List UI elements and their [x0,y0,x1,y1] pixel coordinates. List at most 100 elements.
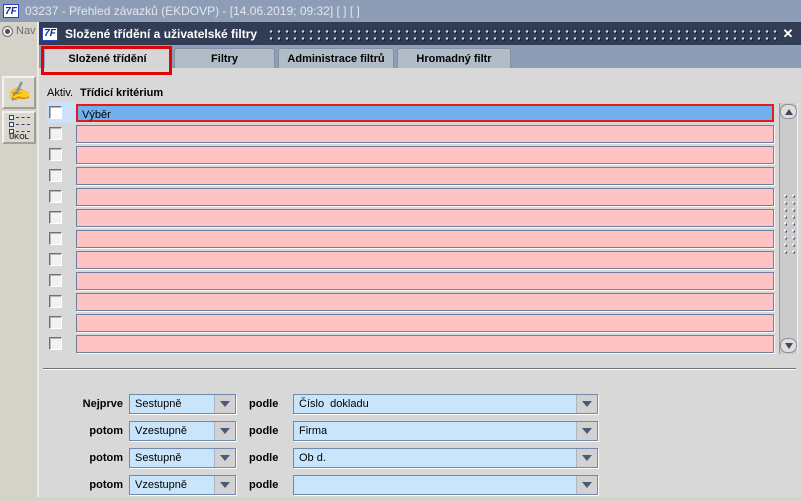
criteria-row [47,207,774,228]
sort-order-value: Sestupně [135,397,182,410]
scrollbar-thumb[interactable] [781,192,796,254]
criteria-checkbox[interactable] [49,148,62,161]
sort-row-4: potom Vzestupně podle [39,474,801,495]
criteria-checkbox[interactable] [49,253,62,266]
sort-row-label: potom [89,451,123,464]
criteria-checkbox[interactable] [49,169,62,182]
sort-row-label: potom [89,478,123,491]
sort-field-value: Firma [299,424,328,437]
navigator-radio-row[interactable]: Nav [0,22,37,40]
scroll-down-button[interactable] [780,338,797,353]
chevron-down-icon [582,481,592,488]
sort-row-2: potom Vzestupně podle Firma [39,420,801,441]
aktiv-column-header: Aktiv. [47,87,74,99]
chevron-down-icon [220,427,230,434]
criteria-field[interactable] [76,250,774,269]
criteria-checkbox[interactable] [49,337,62,350]
dropdown-button[interactable] [214,394,235,413]
dropdown-button[interactable] [576,394,597,413]
criteria-checkbox[interactable] [49,190,62,203]
scroll-up-button[interactable] [780,104,797,119]
podle-label: podle [249,451,279,464]
tab-hromadny-filtr[interactable]: Hromadný filtr [397,48,511,68]
sort-field-select[interactable]: Ob d. [293,447,598,468]
sort-filter-dialog: 7F Složené třídění a uživatelské filtry … [37,22,801,497]
sort-field-value [294,476,576,494]
tasks-button[interactable]: ÚKOL [2,111,36,144]
sort-order-select[interactable]: Sestupně [129,447,236,468]
podle-label: podle [249,478,279,491]
criteria-checkbox[interactable] [49,211,62,224]
chevron-down-icon [582,427,592,434]
sort-order-select[interactable]: Vzestupně [129,474,236,495]
criteria-row [47,228,774,249]
criteria-checkbox[interactable] [49,232,62,245]
dropdown-button[interactable] [214,475,235,494]
podle-label: podle [249,397,279,410]
window-title: 03237 - Přehled závazků (EKDOVP) - [14.0… [25,4,360,18]
criteria-field[interactable] [76,166,774,185]
criteria-field[interactable] [76,208,774,227]
criteria-field[interactable] [76,271,774,290]
criteria-field[interactable] [76,229,774,248]
criteria-field[interactable] [76,145,774,164]
podle-label: podle [249,424,279,437]
tasks-button-label: ÚKOL [9,133,29,141]
titlebar-texture [267,27,779,42]
criteria-row [47,291,774,312]
sort-row-label: potom [89,424,123,437]
sort-field-select[interactable]: Číslo dokladu [293,393,598,414]
chevron-down-icon [220,400,230,407]
dropdown-button[interactable] [576,448,597,467]
tab-slozene-trideni[interactable]: Složené třídění [44,48,171,68]
checklist-icon [8,114,30,134]
criteria-checkbox[interactable] [49,295,62,308]
criteria-field[interactable] [76,334,774,353]
arrow-up-icon [784,108,793,115]
criteria-field[interactable] [76,124,774,143]
navigator-radio[interactable] [2,25,13,37]
criteria-scrollbar[interactable] [779,103,798,354]
criteria-checkbox[interactable] [49,127,62,140]
writing-hand-icon: ✍ [6,80,32,104]
dropdown-button[interactable] [214,448,235,467]
criteria-field[interactable] [76,313,774,332]
criteria-field[interactable] [76,292,774,311]
criteria-field[interactable] [76,187,774,206]
app-logo-icon: 7F [3,4,19,18]
sort-field-select[interactable] [293,474,598,495]
criteria-row [47,123,774,144]
criteria-column-headers: Aktiv. Třídicí kritérium [47,87,163,99]
criteria-checkbox[interactable] [49,274,62,287]
criteria-row [47,165,774,186]
tab-administrace-filtru[interactable]: Administrace filtrů [278,48,394,68]
sort-order-select[interactable]: Vzestupně [129,420,236,441]
sort-order-section: Nejprve Sestupně podle Číslo dokladu pot… [39,393,801,501]
dialog-content: Aktiv. Třídicí kritérium Výběr Nejprve S… [39,68,801,497]
scrollbar-track[interactable] [780,120,797,337]
dropdown-button[interactable] [576,421,597,440]
sort-order-select[interactable]: Sestupně [129,393,236,414]
dialog-logo-icon: 7F [42,26,58,41]
tab-bar: Složené třídění Filtry Administrace filt… [39,45,801,68]
dialog-title: Složené třídění a uživatelské filtry [65,26,258,41]
dropdown-button[interactable] [576,475,597,494]
tab-filtry[interactable]: Filtry [174,48,275,68]
sort-order-value: Sestupně [135,451,182,464]
criteria-field[interactable]: Výběr [76,103,774,122]
chevron-down-icon [582,400,592,407]
dropdown-button[interactable] [214,421,235,440]
sort-field-select[interactable]: Firma [293,420,598,441]
write-tool-button[interactable]: ✍ [2,76,36,109]
criteria-row [47,312,774,333]
sort-row-label: Nejprve [82,397,123,410]
criteria-checkbox[interactable] [49,106,62,119]
sort-field-value: Číslo dokladu [299,397,369,410]
arrow-down-icon [784,342,793,349]
section-divider [43,368,796,370]
background-sidebar: Nav ✍ ÚKOL [0,22,37,497]
close-icon[interactable]: ✕ [779,25,797,43]
chevron-down-icon [220,481,230,488]
sort-order-value: Vzestupně [135,424,187,437]
criteria-checkbox[interactable] [49,316,62,329]
